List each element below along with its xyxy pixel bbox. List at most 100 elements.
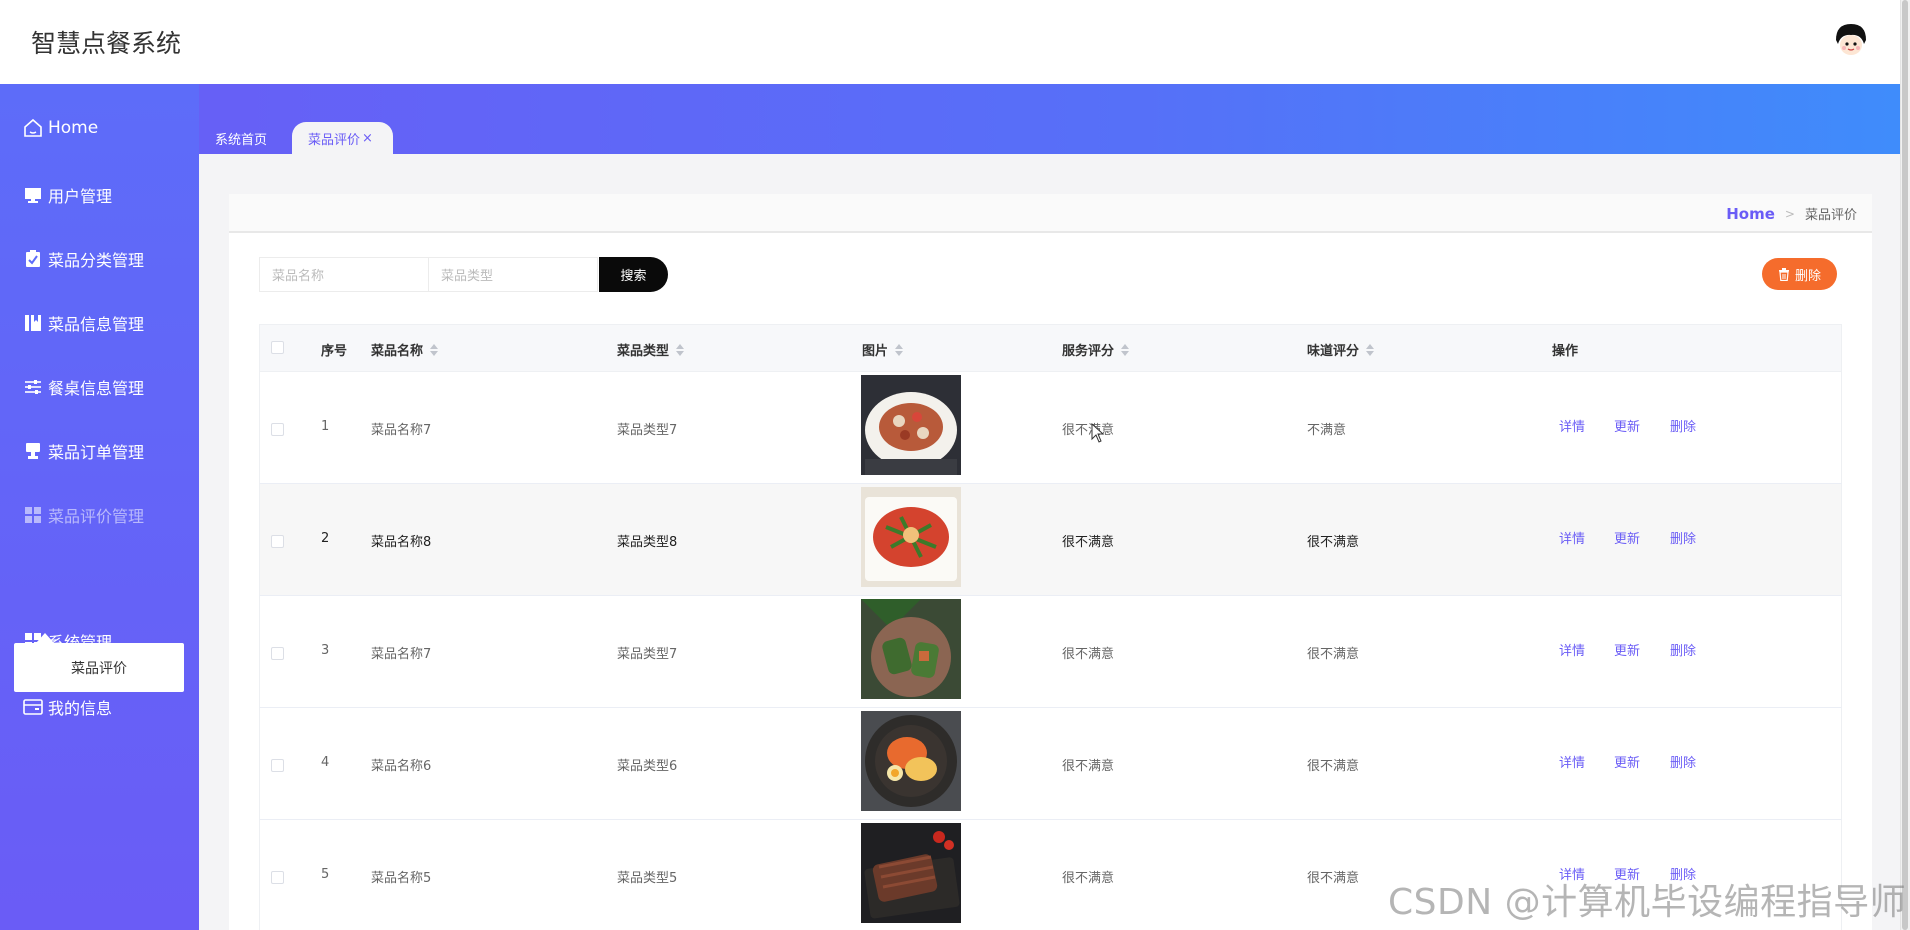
sidebar-item-table-info[interactable]: 餐桌信息管理 bbox=[22, 372, 144, 402]
update-button[interactable]: 更新 bbox=[1614, 528, 1640, 547]
delete-button[interactable]: 删除 bbox=[1670, 528, 1696, 547]
column-header-name[interactable]: 菜品名称 bbox=[371, 340, 439, 359]
row-taste-rating: 不满意 bbox=[1307, 423, 1347, 438]
sidebar-item-my-info[interactable]: 我的信息 bbox=[22, 692, 112, 722]
update-button[interactable]: 更新 bbox=[1614, 752, 1640, 771]
table-row[interactable]: 1 菜品名称7 菜品类型7 很不满意 不满意 详情 更新 删除 bbox=[259, 372, 1842, 484]
sidebar-item-users[interactable]: 用户管理 bbox=[22, 180, 112, 210]
breadcrumb: Home > 菜品评价 bbox=[1726, 204, 1857, 224]
sort-icon[interactable] bbox=[676, 343, 685, 356]
row-taste-rating: 很不满意 bbox=[1307, 535, 1360, 550]
row-dish-name: 菜品名称5 bbox=[371, 871, 432, 886]
grid-icon bbox=[22, 504, 44, 526]
detail-button[interactable]: 详情 bbox=[1559, 528, 1585, 547]
content-card: Home > 菜品评价 菜品名称 菜品类型 搜索 删除 序号 菜品名称 菜品类型… bbox=[229, 194, 1872, 930]
row-dish-type: 菜品类型7 bbox=[617, 423, 678, 438]
scrollbar-thumb[interactable] bbox=[1902, 0, 1908, 930]
tab-dish-review[interactable]: 菜品评价 × bbox=[292, 122, 393, 154]
top-header: 智慧点餐系统 bbox=[0, 0, 1900, 84]
column-header-actions: 操作 bbox=[1552, 340, 1578, 359]
sidebar-item-orders[interactable]: 菜品订单管理 bbox=[22, 436, 144, 466]
row-index: 3 bbox=[321, 643, 330, 658]
row-service-rating: 很不满意 bbox=[1062, 759, 1115, 774]
sidebar-item-label: Home bbox=[48, 118, 99, 138]
column-header-image[interactable]: 图片 bbox=[862, 340, 904, 359]
submenu-item-dish-review[interactable]: 菜品评价 bbox=[14, 658, 184, 678]
sort-icon[interactable] bbox=[430, 343, 439, 356]
sort-icon[interactable] bbox=[1121, 343, 1130, 356]
row-taste-rating: 很不满意 bbox=[1307, 759, 1360, 774]
row-taste-rating: 很不满意 bbox=[1307, 871, 1360, 886]
sliders-icon bbox=[22, 376, 44, 398]
delete-label: 删除 bbox=[1794, 268, 1821, 284]
dish-image bbox=[861, 487, 961, 587]
sidebar-item-system[interactable]: 系统管理 bbox=[22, 626, 112, 656]
sidebar-item-dish-category[interactable]: 菜品分类管理 bbox=[22, 244, 144, 274]
wallet-icon bbox=[22, 696, 44, 718]
row-dish-name: 菜品名称6 bbox=[371, 759, 432, 774]
sidebar-item-home[interactable]: Home bbox=[22, 113, 98, 143]
sidebar-item-label: 我的信息 bbox=[48, 699, 113, 718]
tab-label: 菜品评价 bbox=[308, 132, 361, 148]
table-row[interactable]: 4 菜品名称6 菜品类型6 很不满意 很不满意 详情 更新 删除 bbox=[259, 708, 1842, 820]
sidebar-item-dish-info[interactable]: 菜品信息管理 bbox=[22, 308, 144, 338]
column-label: 菜品名称 bbox=[371, 344, 424, 359]
breadcrumb-bar: Home > 菜品评价 bbox=[229, 194, 1872, 233]
column-header-service[interactable]: 服务评分 bbox=[1062, 340, 1130, 359]
row-service-rating: 很不满意 bbox=[1062, 423, 1115, 438]
sort-icon[interactable] bbox=[895, 343, 904, 356]
column-header-taste[interactable]: 味道评分 bbox=[1307, 340, 1375, 359]
sidebar-item-label: 菜品信息管理 bbox=[48, 315, 145, 334]
dish-image bbox=[861, 599, 961, 699]
app-title: 智慧点餐系统 bbox=[31, 29, 182, 58]
sidebar-item-reviews[interactable]: 菜品评价管理 bbox=[22, 500, 144, 530]
row-checkbox[interactable] bbox=[271, 759, 284, 772]
row-index: 2 bbox=[321, 531, 330, 546]
delete-button[interactable]: 删除 bbox=[1670, 640, 1696, 659]
watermark: CSDN @计算机毕设编程指导师 bbox=[1388, 882, 1907, 923]
update-button[interactable]: 更新 bbox=[1614, 640, 1640, 659]
select-all-checkbox[interactable] bbox=[271, 341, 284, 354]
mouse-cursor-icon bbox=[1091, 423, 1105, 443]
dish-image bbox=[861, 823, 961, 923]
dish-name-search-input[interactable]: 菜品名称 bbox=[259, 257, 429, 292]
row-checkbox[interactable] bbox=[271, 535, 284, 548]
row-dish-name: 菜品名称8 bbox=[371, 535, 432, 550]
column-header-type[interactable]: 菜品类型 bbox=[617, 340, 685, 359]
update-button[interactable]: 更新 bbox=[1614, 416, 1640, 435]
row-taste-rating: 很不满意 bbox=[1307, 647, 1360, 662]
detail-button[interactable]: 详情 bbox=[1559, 752, 1585, 771]
clipboard-check-icon bbox=[22, 248, 44, 270]
tab-home[interactable]: 系统首页 bbox=[200, 122, 290, 154]
breadcrumb-home[interactable]: Home bbox=[1726, 205, 1775, 223]
row-checkbox[interactable] bbox=[271, 647, 284, 660]
row-dish-type: 菜品类型7 bbox=[617, 647, 678, 662]
tab-label: 系统首页 bbox=[215, 132, 268, 148]
avatar[interactable] bbox=[1831, 20, 1871, 60]
detail-button[interactable]: 详情 bbox=[1559, 416, 1585, 435]
book-icon bbox=[22, 312, 44, 334]
delete-button[interactable]: 删除 bbox=[1670, 416, 1696, 435]
column-label: 服务评分 bbox=[1062, 344, 1115, 359]
trash-icon bbox=[1778, 267, 1790, 281]
dish-type-search-input[interactable]: 菜品类型 bbox=[428, 257, 598, 292]
column-label: 图片 bbox=[862, 344, 889, 359]
table-row[interactable]: 2 菜品名称8 菜品类型8 很不满意 很不满意 详情 更新 删除 bbox=[259, 484, 1842, 596]
row-checkbox[interactable] bbox=[271, 871, 284, 884]
sort-icon[interactable] bbox=[1366, 343, 1375, 356]
close-icon[interactable]: × bbox=[362, 131, 373, 146]
row-service-rating: 很不满意 bbox=[1062, 535, 1115, 550]
column-label: 序号 bbox=[321, 344, 348, 359]
row-dish-name: 菜品名称7 bbox=[371, 647, 432, 662]
detail-button[interactable]: 详情 bbox=[1559, 640, 1585, 659]
search-button[interactable]: 搜索 bbox=[599, 257, 668, 292]
table-row[interactable]: 3 菜品名称7 菜品类型7 很不满意 很不满意 详情 更新 删除 bbox=[259, 596, 1842, 708]
row-dish-type: 菜品类型6 bbox=[617, 759, 678, 774]
row-checkbox[interactable] bbox=[271, 423, 284, 436]
batch-delete-button[interactable]: 删除 bbox=[1762, 258, 1837, 290]
sidebar: Home 用户管理 菜品分类管理 菜品信息管理 餐桌信息管理 菜品订单管理 菜品… bbox=[0, 84, 199, 930]
delete-button[interactable]: 删除 bbox=[1670, 752, 1696, 771]
monitor-icon bbox=[22, 184, 44, 206]
breadcrumb-current: 菜品评价 bbox=[1804, 208, 1857, 223]
row-index: 1 bbox=[321, 419, 330, 434]
